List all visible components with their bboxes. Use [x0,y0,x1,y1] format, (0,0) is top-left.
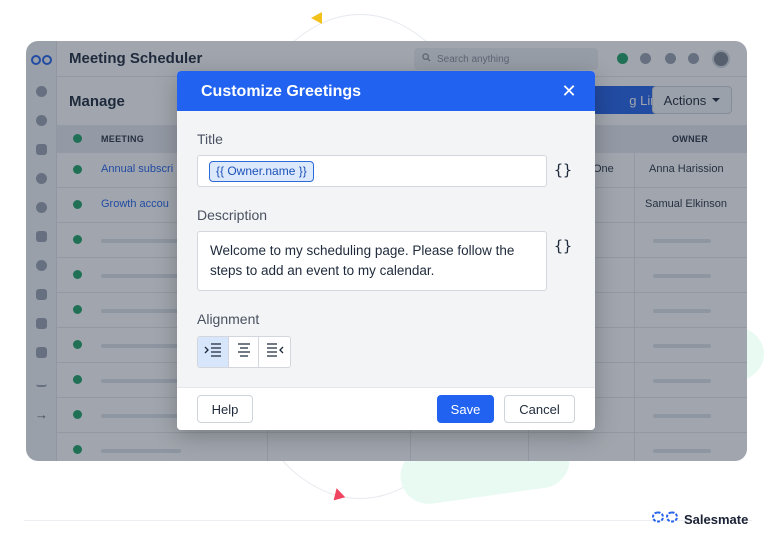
alignment-label: Alignment [197,311,260,327]
dialog-title: Customize Greetings [201,83,362,100]
insert-placeholder-button[interactable]: {} [554,237,572,255]
dialog-footer: Help Save Cancel [177,387,595,430]
align-center-icon [237,342,251,362]
owner-name-token[interactable]: {{ Owner.name }} [209,161,314,182]
title-label: Title [197,131,223,147]
close-icon[interactable]: ✕ [559,81,579,101]
save-button[interactable]: Save [437,395,494,423]
align-center-button[interactable] [229,337,260,367]
align-right-button[interactable] [259,337,290,367]
help-button[interactable]: Help [197,395,253,423]
insert-placeholder-button[interactable]: {} [554,161,572,179]
description-label: Description [197,207,268,223]
customize-greetings-dialog: Customize Greetings ✕ Title {{ Owner.nam… [177,71,595,430]
brand-logo: Salesmate [652,510,748,528]
description-field[interactable]: Welcome to my scheduling page. Please fo… [197,231,547,291]
title-field[interactable]: {{ Owner.name }} [197,155,547,187]
salesmate-logo-icon [652,510,678,528]
cancel-button[interactable]: Cancel [504,395,575,423]
align-left-button[interactable] [198,337,229,367]
footer-divider [24,520,752,521]
stage: → Meeting Scheduler Search anything Mana… [0,0,776,546]
dialog-header: Customize Greetings ✕ [177,71,595,111]
brand-name: Salesmate [684,511,749,527]
align-right-icon [266,342,284,362]
decorative-triangle [311,12,322,24]
decorative-triangle [330,486,346,501]
description-text: Welcome to my scheduling page. Please fo… [210,243,515,278]
alignment-toggle-group [197,336,291,368]
align-left-icon [204,342,222,362]
